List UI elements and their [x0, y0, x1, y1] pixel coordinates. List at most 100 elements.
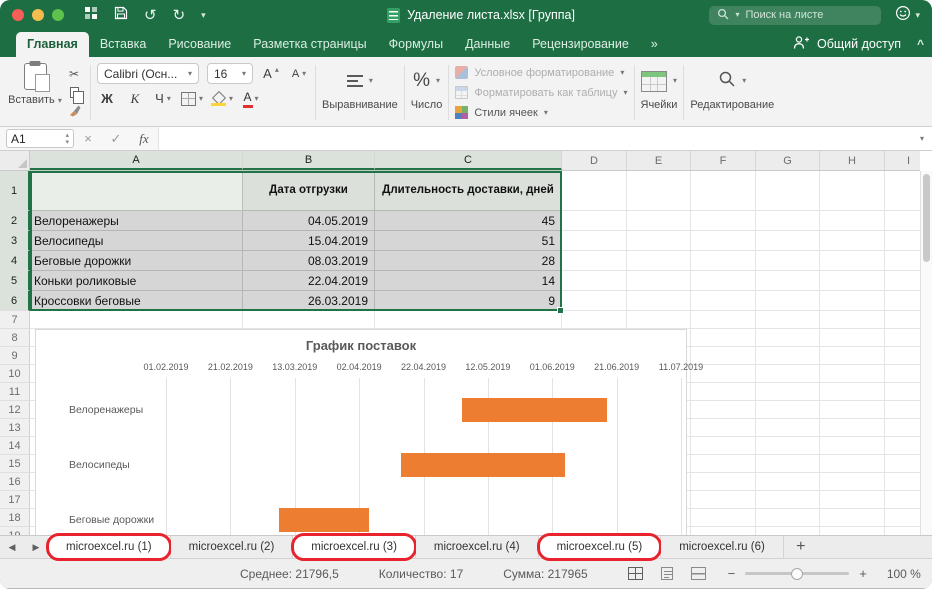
cell-A2[interactable]: Велоренажеры: [30, 211, 243, 231]
cell-H8[interactable]: [820, 329, 885, 347]
paste-button[interactable]: Вставить ▾: [8, 61, 62, 124]
sheet-tab-3[interactable]: microexcel.ru (3): [293, 536, 416, 558]
cell-F18[interactable]: [691, 509, 756, 527]
cancel-entry-button[interactable]: ×: [74, 131, 102, 146]
sheet-tab-1[interactable]: microexcel.ru (1): [48, 536, 171, 558]
cell-H15[interactable]: [820, 455, 885, 473]
cell-E6[interactable]: [627, 291, 691, 311]
sheet-tab-6[interactable]: microexcel.ru (6): [661, 536, 784, 558]
view-switcher-icon[interactable]: [84, 6, 98, 25]
row-header-8[interactable]: 8: [0, 329, 30, 347]
cell-E2[interactable]: [627, 211, 691, 231]
row-header-13[interactable]: 13: [0, 419, 30, 437]
cell-I16[interactable]: [885, 473, 920, 491]
cell-G17[interactable]: [756, 491, 820, 509]
cell-E5[interactable]: [627, 271, 691, 291]
cell-F11[interactable]: [691, 383, 756, 401]
cell-G16[interactable]: [756, 473, 820, 491]
decrease-font-button[interactable]: А▾: [289, 63, 309, 84]
cell-D1[interactable]: [562, 171, 627, 211]
cell-E1[interactable]: [627, 171, 691, 211]
zoom-slider-thumb[interactable]: [791, 568, 803, 580]
confirm-entry-button[interactable]: ✓: [102, 131, 130, 147]
name-box[interactable]: A1 ▴ ▾: [6, 129, 74, 148]
cell-I2[interactable]: [885, 211, 920, 231]
cell-I8[interactable]: [885, 329, 920, 347]
cell-I12[interactable]: [885, 401, 920, 419]
cell-H17[interactable]: [820, 491, 885, 509]
row-header-19[interactable]: 19: [0, 527, 30, 535]
sheet-tab-2[interactable]: microexcel.ru (2): [171, 536, 294, 558]
zoom-level[interactable]: 100 %: [877, 567, 921, 581]
formula-bar-expand-button[interactable]: ▾: [912, 127, 932, 150]
cell-I18[interactable]: [885, 509, 920, 527]
cell-I9[interactable]: [885, 347, 920, 365]
column-header-H[interactable]: H: [820, 151, 885, 170]
number-format-button[interactable]: % ▾: [413, 65, 440, 97]
sheet-tab-4[interactable]: microexcel.ru (4): [416, 536, 539, 558]
cell-G12[interactable]: [756, 401, 820, 419]
cell-F4[interactable]: [691, 251, 756, 271]
row-header-5[interactable]: 5: [0, 271, 30, 291]
underline-button[interactable]: Ч ▾: [153, 88, 173, 109]
chart-bar[interactable]: [401, 453, 565, 477]
page-break-view-button[interactable]: [691, 567, 706, 580]
cell-H9[interactable]: [820, 347, 885, 365]
bold-button[interactable]: Ж: [97, 88, 117, 109]
font-name-select[interactable]: Calibri (Осн... ▾: [97, 63, 199, 84]
row-header-12[interactable]: 12: [0, 401, 30, 419]
cell-H6[interactable]: [820, 291, 885, 311]
cell-G2[interactable]: [756, 211, 820, 231]
cell-H13[interactable]: [820, 419, 885, 437]
quick-access-caret-icon[interactable]: ▾: [201, 10, 206, 21]
cell-G5[interactable]: [756, 271, 820, 291]
cell-G3[interactable]: [756, 231, 820, 251]
format-painter-button[interactable]: [64, 104, 84, 119]
cell-I15[interactable]: [885, 455, 920, 473]
column-header-D[interactable]: D: [562, 151, 627, 170]
cell-D4[interactable]: [562, 251, 627, 271]
alignment-button[interactable]: ▾: [347, 65, 373, 97]
name-box-stepper[interactable]: ▴ ▾: [65, 132, 69, 146]
conditional-formatting-button[interactable]: Условное форматирование ▾: [455, 64, 627, 81]
chart-bar[interactable]: [462, 398, 607, 422]
column-header-C[interactable]: C: [375, 151, 562, 170]
cell-B3[interactable]: 15.04.2019: [243, 231, 375, 251]
cell-I10[interactable]: [885, 365, 920, 383]
cell-H3[interactable]: [820, 231, 885, 251]
column-header-I[interactable]: I: [885, 151, 920, 170]
cell-G6[interactable]: [756, 291, 820, 311]
cell-I14[interactable]: [885, 437, 920, 455]
cell-B1[interactable]: Дата отгрузки: [243, 171, 375, 211]
cell-F5[interactable]: [691, 271, 756, 291]
fill-color-button[interactable]: ▾: [211, 88, 233, 109]
cell-H11[interactable]: [820, 383, 885, 401]
cell-F7[interactable]: [691, 311, 756, 329]
cell-G18[interactable]: [756, 509, 820, 527]
vertical-scrollbar[interactable]: [920, 171, 932, 535]
redo-button[interactable]: ↻: [173, 8, 186, 23]
cell-I17[interactable]: [885, 491, 920, 509]
cell-I19[interactable]: [885, 527, 920, 535]
cell-A7[interactable]: [30, 311, 243, 329]
tab-Рецензирование[interactable]: Рецензирование: [521, 32, 640, 57]
page-layout-view-button[interactable]: [661, 567, 673, 580]
cell-C2[interactable]: 45: [375, 211, 562, 231]
row-header-15[interactable]: 15: [0, 455, 30, 473]
tab-Главная[interactable]: Главная: [16, 32, 89, 57]
cell-G13[interactable]: [756, 419, 820, 437]
undo-button[interactable]: ↺: [144, 8, 157, 23]
cell-I3[interactable]: [885, 231, 920, 251]
cell-A1[interactable]: [30, 171, 243, 211]
cell-I7[interactable]: [885, 311, 920, 329]
cell-D6[interactable]: [562, 291, 627, 311]
add-sheet-button[interactable]: +: [784, 536, 818, 558]
cell-D7[interactable]: [562, 311, 627, 329]
cell-G15[interactable]: [756, 455, 820, 473]
cells-button[interactable]: ▾: [641, 65, 677, 97]
fullscreen-window-button[interactable]: [52, 9, 64, 21]
row-header-10[interactable]: 10: [0, 365, 30, 383]
cut-button[interactable]: ✂: [64, 66, 84, 81]
search-input[interactable]: ▾ Поиск на листе: [709, 6, 881, 25]
cell-C6[interactable]: 9: [375, 291, 562, 311]
